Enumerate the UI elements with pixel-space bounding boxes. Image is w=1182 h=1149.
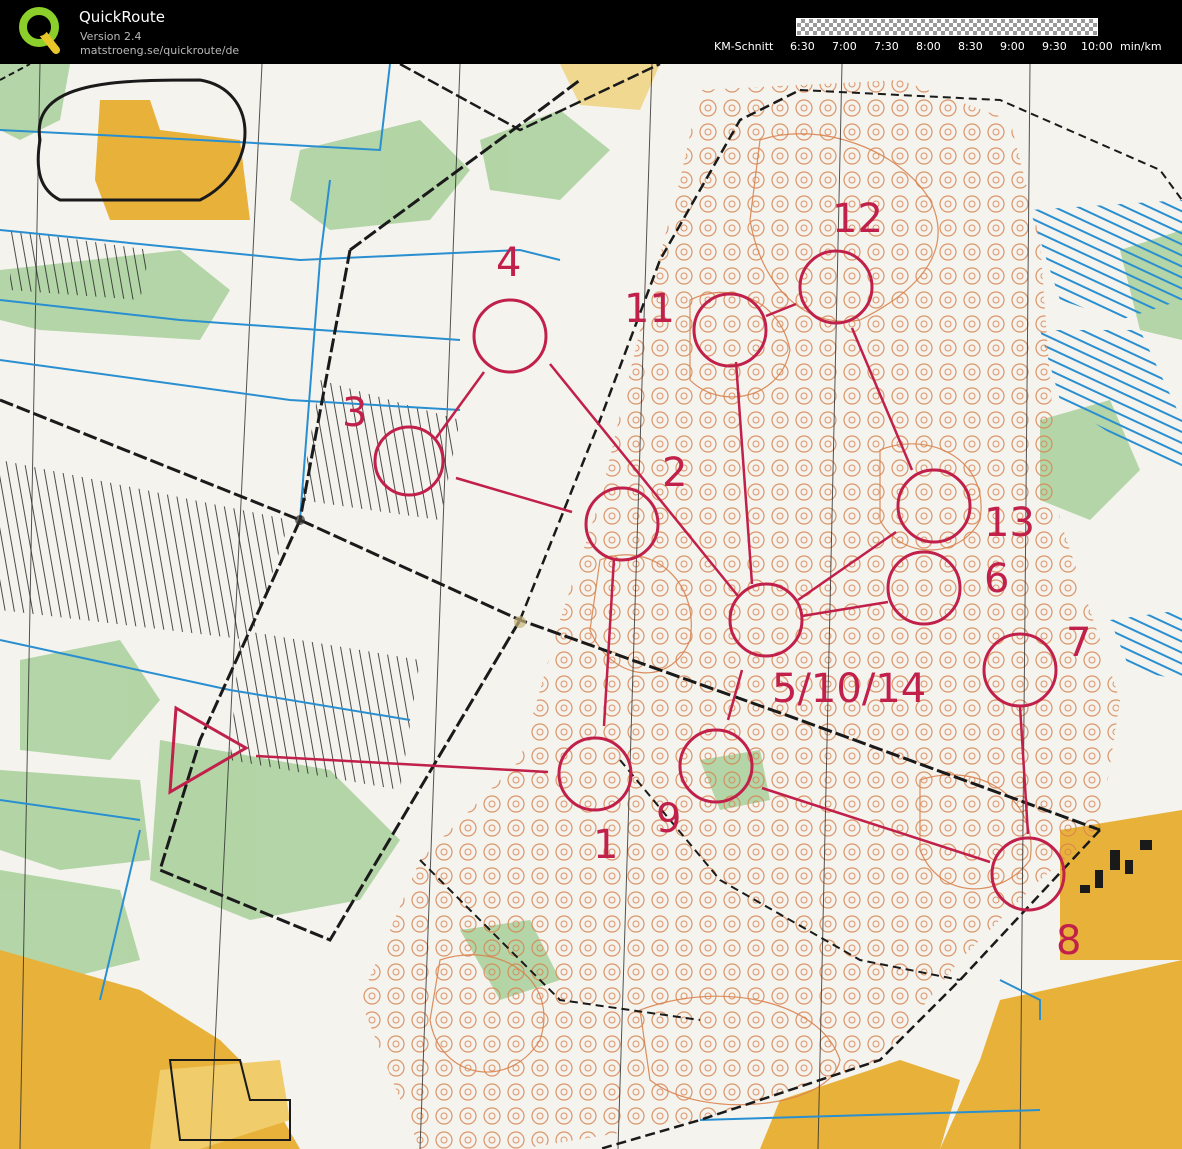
pace-tick: 9:00 <box>1000 40 1025 53</box>
control-label-7: 7 <box>1066 620 1091 666</box>
orienteering-map[interactable]: 1 2 3 4 5/10/14 6 7 8 9 11 12 13 <box>0 64 1182 1149</box>
pace-color-scale <box>796 18 1098 36</box>
pace-tick: 9:30 <box>1042 40 1067 53</box>
pace-tick: 7:30 <box>874 40 899 53</box>
pace-tick: 10:00 <box>1081 40 1113 53</box>
control-label-2: 2 <box>662 450 687 496</box>
pace-scale-title: KM-Schnitt <box>714 40 774 53</box>
pace-tick: 8:00 <box>916 40 941 53</box>
control-label-4: 4 <box>496 240 521 286</box>
control-label-1: 1 <box>593 822 618 868</box>
control-label-13: 13 <box>984 500 1035 546</box>
app-title: QuickRoute <box>79 8 165 26</box>
pace-unit: min/km <box>1120 40 1162 53</box>
quickroute-header: QuickRoute Version 2.4 matstroeng.se/qui… <box>0 0 1182 64</box>
control-label-5-10-14: 5/10/14 <box>772 666 926 712</box>
map-canvas: 1 2 3 4 5/10/14 6 7 8 9 11 12 13 <box>0 64 1182 1149</box>
control-label-11: 11 <box>624 286 675 332</box>
pace-tick: 8:30 <box>958 40 983 53</box>
control-label-6: 6 <box>984 556 1009 602</box>
pace-tick: 6:30 <box>790 40 815 53</box>
pace-scale-labels: KM-Schnitt 6:30 7:00 7:30 8:00 8:30 9:00… <box>0 40 1182 56</box>
control-label-8: 8 <box>1056 918 1081 964</box>
pace-tick: 7:00 <box>832 40 857 53</box>
control-label-12: 12 <box>832 196 883 242</box>
control-label-3: 3 <box>342 390 367 436</box>
control-label-9: 9 <box>656 796 681 842</box>
